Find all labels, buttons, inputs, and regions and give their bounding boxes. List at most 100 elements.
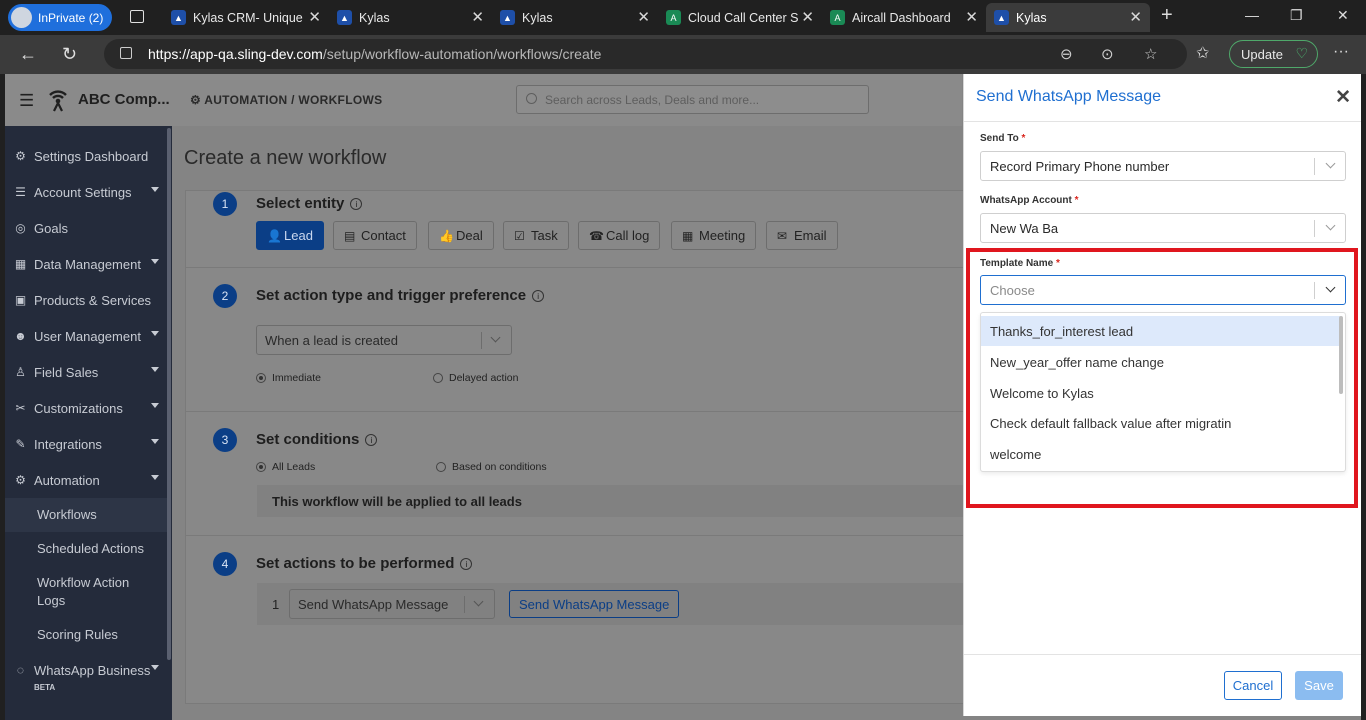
step-title: Set actions to be performed i — [256, 555, 473, 572]
restore-icon[interactable]: ❐ — [1290, 7, 1303, 24]
browser-tab[interactable]: A Aircall Dashboard ✕ — [822, 3, 986, 32]
template-option[interactable]: New_year_offer name change — [981, 347, 1340, 377]
send-to-value: Record Primary Phone number — [990, 158, 1170, 174]
sidebar-item-field-sales[interactable]: ♙ Field Sales — [5, 354, 167, 390]
entity-deal-button[interactable]: 👍 Deal — [428, 221, 494, 250]
sidebar-item-products-services[interactable]: ▣ Products & Services — [5, 282, 167, 318]
sidebar-item-integrations[interactable]: ✎ Integrations — [5, 426, 167, 462]
template-name-select[interactable]: Choose — [980, 275, 1346, 305]
trigger-select[interactable]: When a lead is created — [256, 325, 512, 355]
refresh-icon[interactable]: ↻ — [62, 44, 77, 65]
menu-scrollbar[interactable] — [1339, 316, 1343, 394]
zoom-icon[interactable]: ⊖ — [1060, 45, 1073, 63]
send-to-select[interactable]: Record Primary Phone number — [980, 151, 1346, 181]
required-mark: * — [1021, 133, 1026, 144]
close-tab-icon[interactable]: ✕ — [965, 8, 978, 26]
entity-label: Contact — [361, 228, 406, 243]
info-icon[interactable]: i — [350, 198, 363, 210]
global-search-input[interactable]: Search across Leads, Deals and more... — [516, 85, 869, 114]
sidebar-scrollbar[interactable] — [167, 128, 171, 660]
select-separator — [1314, 220, 1315, 237]
hamburger-menu-icon[interactable]: ☰ — [19, 91, 34, 111]
company-name: ABC Comp... — [78, 91, 170, 108]
step-title-text: Set action type and trigger preference — [256, 287, 527, 304]
save-button[interactable]: Save — [1295, 671, 1343, 700]
tab-actions-icon[interactable] — [130, 10, 144, 23]
url-field[interactable]: https://app-qa.sling-dev.com/setup/workf… — [104, 39, 1187, 69]
magic-icon: ✎ — [15, 436, 26, 451]
back-icon[interactable]: ← — [19, 44, 37, 65]
sidebar-subitem-scoring-rules[interactable]: Scoring Rules — [5, 626, 167, 644]
extensions-icon[interactable]: ⊙ — [1101, 45, 1114, 63]
whatsapp-account-select[interactable]: New Wa Ba — [980, 213, 1346, 243]
new-tab-icon[interactable]: + — [1161, 4, 1173, 27]
browser-tab-bar: InPrivate (2) ▲ Kylas CRM- Unique ✕ ▲ Ky… — [0, 0, 1366, 35]
close-tab-icon[interactable]: ✕ — [471, 8, 484, 26]
browser-tab[interactable]: ▲ Kylas ✕ — [329, 3, 492, 32]
breadcrumb: ⚙ AUTOMATION / WORKFLOWS — [190, 93, 382, 107]
action-type-select[interactable]: Send WhatsApp Message — [289, 589, 495, 619]
close-tab-icon[interactable]: ✕ — [1129, 8, 1142, 26]
close-tab-icon[interactable]: ✕ — [801, 8, 814, 26]
template-option[interactable]: welcome — [981, 439, 1340, 469]
phone-icon: ☎ — [589, 229, 604, 243]
action-row: 1 Send WhatsApp Message Send WhatsApp Me… — [257, 583, 976, 625]
entity-label: Email — [794, 228, 827, 243]
sidebar-subitem-scheduled-actions[interactable]: Scheduled Actions — [5, 540, 167, 558]
sidebar-item-goals[interactable]: ◎ Goals — [5, 210, 167, 246]
info-icon[interactable]: i — [365, 434, 378, 446]
entity-lead-button[interactable]: 👤 Lead — [256, 221, 324, 250]
sidebar-subitem-workflows[interactable]: Workflows — [5, 498, 167, 532]
radio-immediate[interactable]: Immediate — [256, 372, 321, 384]
target-icon: ◎ — [15, 220, 26, 235]
sidebar-item-account-settings[interactable]: ☰ Account Settings — [5, 174, 167, 210]
info-icon[interactable]: i — [532, 290, 545, 302]
template-option[interactable]: Check default fallback value after migra… — [981, 408, 1340, 438]
favorite-star-icon[interactable]: ☆ — [1144, 45, 1157, 63]
browser-tab[interactable]: ▲ Kylas ✕ — [492, 3, 658, 32]
entity-task-button[interactable]: ☑ Task — [503, 221, 569, 250]
send-to-label: Send To * — [980, 133, 1025, 144]
template-option[interactable]: Thanks_for_interest lead — [981, 316, 1340, 346]
more-options-icon[interactable]: ··· — [1333, 43, 1349, 61]
close-tab-icon[interactable]: ✕ — [637, 8, 650, 26]
cancel-button[interactable]: Cancel — [1224, 671, 1282, 700]
close-window-icon[interactable]: ✕ — [1337, 7, 1349, 24]
required-mark: * — [1055, 258, 1060, 269]
browser-tab[interactable]: A Cloud Call Center S ✕ — [658, 3, 822, 32]
radio-all-leads[interactable]: All Leads — [256, 461, 315, 473]
entity-email-button[interactable]: ✉ Email — [766, 221, 838, 250]
browser-tab-active[interactable]: ▲ Kylas ✕ — [986, 3, 1150, 32]
info-icon[interactable]: i — [460, 558, 473, 570]
heart-icon: ♡ — [1295, 45, 1308, 61]
select-separator — [464, 596, 465, 613]
caret-down-icon — [151, 439, 159, 444]
inprivate-badge[interactable]: InPrivate (2) — [8, 4, 112, 31]
template-option[interactable]: Welcome to Kylas — [981, 378, 1340, 408]
sidebar-item-settings-dashboard[interactable]: ⚙ Settings Dashboard — [5, 138, 167, 174]
chevron-down-icon — [473, 596, 484, 607]
sidebar-item-user-management[interactable]: ☻ User Management — [5, 318, 167, 354]
browser-tab[interactable]: ▲ Kylas CRM- Unique ✕ — [163, 3, 329, 32]
entity-contact-button[interactable]: ▤ Contact — [333, 221, 417, 250]
update-button[interactable]: Update ♡ — [1229, 40, 1318, 68]
sidebar-item-customizations[interactable]: ✂ Customizations — [5, 390, 167, 426]
sidebar-item-data-management[interactable]: ▦ Data Management — [5, 246, 167, 282]
sidebar-item-automation[interactable]: ⚙ Automation — [5, 462, 167, 498]
favorites-icon[interactable]: ✩ — [1196, 43, 1209, 63]
entity-call-log-button[interactable]: ☎ Call log — [578, 221, 661, 250]
entity-meeting-button[interactable]: ▦ Meeting — [671, 221, 757, 250]
sidebar-subitem-workflow-action-logs[interactable]: Workflow Action Logs — [5, 574, 135, 610]
template-options-menu: Thanks_for_interest lead New_year_offer … — [980, 312, 1346, 472]
radio-delayed-action[interactable]: Delayed action — [433, 372, 518, 384]
close-tab-icon[interactable]: ✕ — [308, 8, 321, 26]
send-whatsapp-config-button[interactable]: Send WhatsApp Message — [509, 590, 680, 618]
sidebar: ☰ ABC Comp... ⚙ Settings Dashboard ☰ Acc… — [5, 74, 172, 720]
url-path: /setup/workflow-automation/workflows/cre… — [322, 46, 602, 62]
radio-based-on-conditions[interactable]: Based on conditions — [436, 461, 547, 473]
close-icon[interactable]: ✕ — [1335, 86, 1351, 109]
minimize-icon[interactable]: — — [1245, 7, 1259, 23]
page-title: Create a new workflow — [184, 147, 387, 169]
chevron-down-icon — [490, 332, 501, 343]
sidebar-item-whatsapp-business[interactable]: ◌ WhatsApp Business — [5, 652, 167, 688]
